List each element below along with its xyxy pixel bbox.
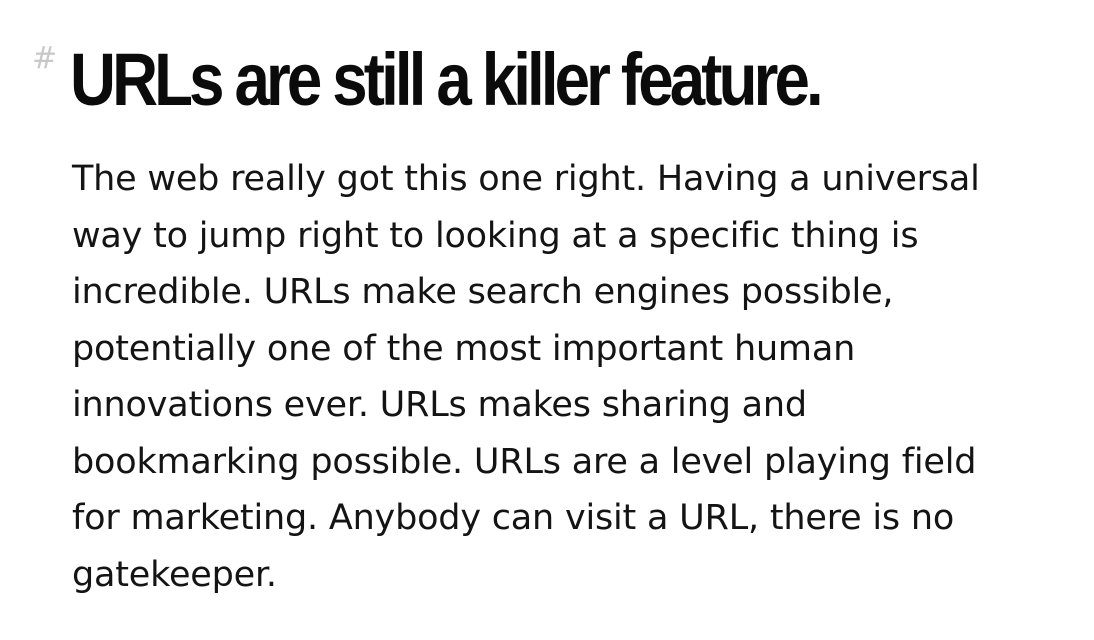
paragraph-line: gatekeeper. [72, 554, 277, 595]
section-heading: URLs are still a killer feature. [70, 38, 824, 121]
paragraph-line: innovations ever. URLs makes sharing and [72, 385, 807, 425]
heading-row: # URLs are still a killer feature. [32, 34, 1072, 124]
paragraph-line: The web really got this one right. Havin… [72, 159, 980, 199]
paragraph-line: potentially one of the most important hu… [72, 328, 856, 369]
article-section: # URLs are still a killer feature. The w… [0, 0, 1094, 640]
heading-anchor-link[interactable]: # [32, 44, 57, 74]
paragraph-line: for marketing. Anybody can visit a URL, … [72, 498, 955, 538]
paragraph-line: way to jump right to looking at a specif… [72, 215, 919, 256]
paragraph-line: bookmarking possible. URLs are a level p… [72, 441, 977, 482]
paragraph-line: incredible. URLs make search engines pos… [72, 272, 894, 312]
section-paragraph: The web really got this one right. Havin… [72, 151, 1072, 603]
